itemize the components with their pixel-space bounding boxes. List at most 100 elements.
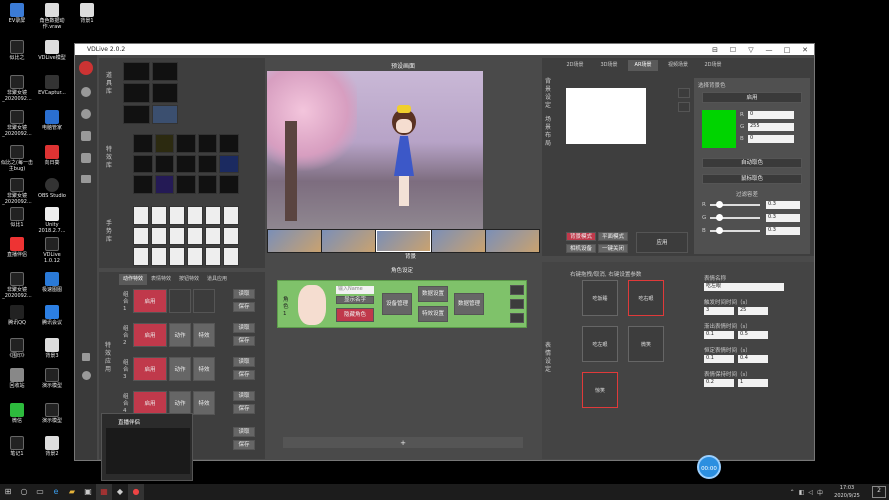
gesture-thumb[interactable] xyxy=(169,206,185,225)
effect-thumb[interactable] xyxy=(154,134,175,153)
expr-keep-a[interactable]: 0.1 xyxy=(704,355,734,363)
desktop-icon[interactable]: 似比1 xyxy=(0,207,34,228)
effect-thumb[interactable] xyxy=(219,175,239,194)
settings-icon[interactable] xyxy=(81,371,91,380)
filter-r-input[interactable]: 0.3 xyxy=(766,201,800,209)
combo-read-button[interactable]: 读取 xyxy=(233,357,255,367)
filter-b-slider[interactable] xyxy=(710,227,760,234)
store-icon[interactable]: ▣ xyxy=(80,484,96,500)
r-channel-input[interactable]: 0 xyxy=(748,111,794,119)
effect-settings-button[interactable]: 特效设置 xyxy=(418,306,448,322)
desktop-icon[interactable]: 背景2 xyxy=(35,436,69,457)
hide-role-button[interactable]: 隐藏角色 xyxy=(336,308,374,322)
key-enable-button[interactable]: 启用 xyxy=(702,92,802,103)
effect-thumb[interactable] xyxy=(133,175,153,194)
gesture-thumb[interactable] xyxy=(169,226,185,246)
layout-icon[interactable]: ⊟ xyxy=(706,46,724,54)
data-mgmt-button[interactable]: 数据管理 xyxy=(454,293,484,315)
tab-3d-scene[interactable]: 3D场景 xyxy=(594,60,624,71)
user-icon[interactable] xyxy=(81,87,91,97)
device-mgmt-button[interactable]: 设备管理 xyxy=(382,293,412,315)
slider-thumb[interactable] xyxy=(716,201,723,208)
one-key-off-button[interactable]: 一键关闭 xyxy=(598,244,628,253)
bg-mode-button[interactable]: 背景模式 xyxy=(566,232,596,241)
gesture-thumb[interactable] xyxy=(133,226,149,246)
add-role-button[interactable]: + xyxy=(283,437,523,448)
desktop-icon[interactable]: EV录屏 xyxy=(0,3,34,24)
preview-canvas[interactable] xyxy=(267,71,483,229)
gesture-thumb[interactable] xyxy=(151,247,167,266)
gesture-thumb[interactable] xyxy=(205,226,221,246)
combo-action-slot[interactable]: 动作 xyxy=(169,391,191,415)
gesture-thumb[interactable] xyxy=(205,247,221,266)
expr-trigger-a[interactable]: 3 xyxy=(704,307,734,315)
effect-thumb[interactable] xyxy=(219,134,239,153)
maximize-button[interactable]: □ xyxy=(778,46,796,54)
combo-save-button[interactable]: 保存 xyxy=(233,336,255,346)
tab-button-effects[interactable]: 按钮特效 xyxy=(175,274,203,285)
background-thumb[interactable] xyxy=(432,230,485,252)
gesture-thumb[interactable] xyxy=(151,226,167,246)
expr-fadeout-a[interactable]: 0.2 xyxy=(704,379,734,387)
expr-fadeout-b[interactable]: 1 xyxy=(738,379,768,387)
auto-pick-button[interactable]: 自动取色 xyxy=(702,158,802,168)
combo-effect-slot[interactable]: 特效 xyxy=(193,391,215,415)
desktop-icon[interactable]: 背景3 xyxy=(35,338,69,359)
gesture-thumb[interactable] xyxy=(187,226,203,246)
combo-save-button[interactable]: 保存 xyxy=(233,404,255,414)
desktop-icon[interactable]: EVCaptur... xyxy=(35,75,69,96)
desktop-icon[interactable]: 微信 xyxy=(0,403,34,424)
tab-video-scene[interactable]: 视频场景 xyxy=(662,60,694,71)
desktop-icon[interactable]: 非聚女镜_2020092... xyxy=(0,272,34,299)
combo-effect-slot[interactable]: 特效 xyxy=(193,357,215,381)
desktop-icon[interactable]: VDLive 1.0.12 xyxy=(35,237,69,264)
expression-slot[interactable]: 惊笑 xyxy=(582,372,618,408)
combo-enable-button[interactable]: 启用 xyxy=(133,357,167,381)
live-companion-preview[interactable]: 直播伴侣 xyxy=(101,413,193,481)
trash-icon[interactable] xyxy=(510,299,524,309)
desktop-icon[interactable]: 电脑管家 xyxy=(35,110,69,131)
window-titlebar[interactable]: VDLive 2.0.2 ⊟ ☐ ▽ — □ ✕ xyxy=(75,44,814,55)
file-explorer-icon[interactable]: ▰ xyxy=(64,484,80,500)
combo-read-button[interactable]: 读取 xyxy=(233,323,255,333)
edge-icon[interactable]: e xyxy=(48,484,64,500)
desktop-icon[interactable]: 腾讯会议 xyxy=(35,305,69,326)
notification-icon[interactable]: 2 xyxy=(872,486,886,498)
desktop-icon[interactable]: 非聚女镜_2020092... xyxy=(0,178,34,205)
expr-keep-b[interactable]: 0.4 xyxy=(738,355,768,363)
camera-icon[interactable] xyxy=(81,131,91,141)
combo-save-button[interactable]: 保存 xyxy=(233,302,255,312)
prop-thumb[interactable] xyxy=(123,83,150,103)
start-icon[interactable]: ⊞ xyxy=(0,484,16,500)
mouse-pick-button[interactable]: 鼠标取色 xyxy=(702,174,802,184)
background-thumb[interactable] xyxy=(376,230,431,252)
effect-thumb[interactable] xyxy=(219,154,239,174)
desktop-icon[interactable]: 演示模型 xyxy=(35,403,69,424)
desktop-icon[interactable]: 笔记1 xyxy=(0,436,34,457)
record-timer-button[interactable]: 00:00 xyxy=(697,455,721,479)
search-icon[interactable]: ○ xyxy=(16,484,32,500)
combo-save-button[interactable]: 保存 xyxy=(233,370,255,380)
effect-thumb[interactable] xyxy=(154,175,175,194)
combo-read-button[interactable]: 读取 xyxy=(233,289,255,299)
tab-expression-effects[interactable]: 表情特效 xyxy=(147,274,175,285)
combo-read-button[interactable]: 读取 xyxy=(233,427,255,437)
gesture-thumb[interactable] xyxy=(205,206,221,225)
desktop-icon[interactable]: 背景1 xyxy=(70,3,104,24)
desktop-icon[interactable]: OBS Studio xyxy=(35,178,69,199)
gesture-thumb[interactable] xyxy=(151,206,167,225)
role-name-input[interactable]: 输入Name xyxy=(336,286,374,294)
prop-thumb[interactable] xyxy=(151,83,178,103)
effect-thumb[interactable] xyxy=(133,134,153,153)
combo-effect-slot[interactable] xyxy=(193,289,215,313)
volume-icon[interactable]: ◁ xyxy=(808,489,813,496)
plane-mode-button[interactable]: 平面模式 xyxy=(598,232,628,241)
keyboard-icon[interactable] xyxy=(81,175,91,183)
expr-fadein-b[interactable]: 0.5 xyxy=(738,331,768,339)
apply-button[interactable]: 应用 xyxy=(636,232,688,253)
combo-action-slot[interactable] xyxy=(169,289,191,313)
desktop-icon[interactable]: 向日葵 xyxy=(35,145,69,166)
combo-save-button[interactable]: 保存 xyxy=(233,440,255,450)
task-view-icon[interactable]: ▭ xyxy=(32,484,48,500)
desktop-icon[interactable]: 演示模型 xyxy=(35,368,69,389)
